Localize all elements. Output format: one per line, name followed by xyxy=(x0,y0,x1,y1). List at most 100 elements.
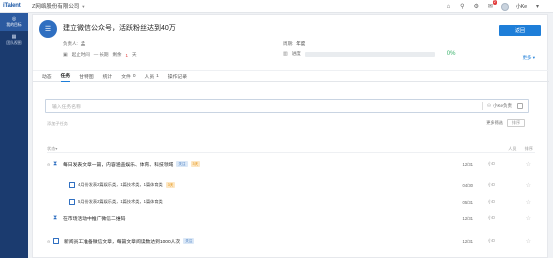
task-title[interactable]: 4月份发表2篇娱乐类，1篇技术类，1篇体育类 xyxy=(78,182,163,188)
goal-detail-panel: ☰ 建立微信公众号，活跃粉丝达到40万 返回 负责人: 孟 周期: 年度 ▣ 起止时… xyxy=(32,14,549,258)
star-icon[interactable]: ☆ xyxy=(526,161,531,168)
task-user: 小D xyxy=(487,238,495,243)
notification-badge: 2 xyxy=(492,0,497,5)
progress-percent: 0% xyxy=(446,51,456,57)
task-title[interactable]: 在市场活动中推广微信二维码 xyxy=(63,215,125,222)
status-filter[interactable]: 状态 xyxy=(47,146,55,152)
star-icon[interactable]: ☆ xyxy=(526,182,531,189)
team-icon: ▦ xyxy=(11,34,17,40)
chevron-down-icon[interactable]: ▾ xyxy=(55,146,57,151)
date-field: ▣ 起止时间 — 长期 剩余 1 天 xyxy=(63,52,137,58)
tab-gantt[interactable]: 甘特图 xyxy=(79,70,93,82)
return-button[interactable]: 返回 xyxy=(499,25,541,36)
add-task-input[interactable]: 输入任务名称 ⚇ 小Ke负责 xyxy=(45,99,529,113)
cycle-field: 周期: 年度 xyxy=(283,41,305,47)
user-icon: ⚇ xyxy=(486,103,491,108)
star-icon[interactable]: ☆ xyxy=(526,199,531,206)
owner-value[interactable]: 孟 xyxy=(81,41,86,46)
username[interactable]: 小Ke xyxy=(516,3,527,10)
calendar-icon: ▣ xyxy=(63,52,68,58)
divider xyxy=(482,102,483,110)
sort-button[interactable]: 排序 xyxy=(507,119,525,127)
sidebar-item-label: 我的目标 xyxy=(6,23,22,27)
settings-icon[interactable]: ⚙ xyxy=(473,3,480,10)
goal-title[interactable]: 建立微信公众号，活跃粉丝达到40万 xyxy=(63,23,176,33)
more-button[interactable]: 更多 ▾ xyxy=(522,55,535,61)
sidebar-item-my-goals[interactable]: ◎ 我的目标 xyxy=(0,13,28,31)
company-name: Z网络股份有限公司 xyxy=(32,4,80,10)
search-icon[interactable]: ⚲ xyxy=(459,3,466,10)
goal-header: ☰ 建立微信公众号，活跃粉丝达到40万 返回 负责人: 孟 周期: 年度 ▣ 起止时… xyxy=(33,15,549,69)
progress-icon: ▥ xyxy=(283,51,288,57)
remaining-value: 1 xyxy=(125,52,129,58)
task-checkbox[interactable] xyxy=(69,199,75,205)
task-user: 小D xyxy=(487,182,495,187)
progress-label: 进度 xyxy=(291,51,301,56)
hourglass-icon: ⧗ xyxy=(53,214,58,221)
sidebar-item-team-view[interactable]: ▦ 团队视图 xyxy=(0,31,28,49)
task-checkbox[interactable] xyxy=(53,238,59,244)
tab-statistics[interactable]: 统计 xyxy=(103,70,113,82)
sidebar-item-label: 团队视图 xyxy=(6,41,22,45)
task-user: 小D xyxy=(487,161,495,166)
star-icon[interactable]: ☆ xyxy=(526,238,531,245)
person-filter[interactable]: 人员 xyxy=(508,146,516,152)
tag-days: 3天 xyxy=(190,161,201,167)
subtask-row[interactable]: 4月份发表2篇娱乐类，1篇技术类，1篇体育类 3天 04/30 小D ☆ xyxy=(69,179,535,191)
home-icon[interactable]: ⌂ xyxy=(445,3,452,10)
cycle-value[interactable]: 年度 xyxy=(296,41,305,46)
avatar[interactable] xyxy=(500,2,509,11)
sidebar: ◎ 我的目标 ▦ 团队视图 xyxy=(0,13,28,258)
top-bar: iTalent Z网络股份有限公司 ▼ ⌂ ⚲ ⚙ ✉ 2 小Ke ▾ xyxy=(0,0,553,13)
task-title[interactable]: 5月份发表2篇娱乐类，1篇技术类，1篇体育类 xyxy=(78,199,163,205)
confirm-checkbox[interactable] xyxy=(517,103,523,109)
tab-members[interactable]: 人员 1 xyxy=(145,70,159,82)
subtask-row[interactable]: 5月份发表2篇娱乐类，1篇技术类，1篇体育类 05/31 小D ☆ xyxy=(69,196,535,208)
star-icon[interactable]: ☆ xyxy=(526,215,531,222)
tag-follow: 关注 xyxy=(183,238,195,244)
task-user: 小D xyxy=(487,215,495,220)
tab-operation-log[interactable]: 操作记录 xyxy=(168,70,187,82)
task-row[interactable]: ⊖ ⧗ 每日发表文章一篇，内容涵盖娱乐、体育、科技领域 关注 3天 12/31 … xyxy=(47,158,535,170)
tab-activity[interactable]: 动态 xyxy=(42,70,52,82)
notification-icon[interactable]: ✉ 2 xyxy=(487,0,497,10)
chevron-down-icon[interactable]: ▾ xyxy=(534,3,541,10)
filter-group: 更多筛选 排序 xyxy=(486,119,525,127)
task-list-header: 状态 ▾ 人员 排序 xyxy=(47,145,535,153)
task-date: 12/31 xyxy=(462,215,473,221)
owner-label: 负责人: xyxy=(63,41,78,46)
task-user: 小D xyxy=(487,199,495,204)
hourglass-icon: ⧗ xyxy=(53,160,58,167)
task-date: 04/30 xyxy=(462,182,473,188)
task-title[interactable]: 每日发表文章一篇，内容涵盖娱乐、体育、科技领域 xyxy=(63,161,173,168)
progress-bar xyxy=(304,51,435,57)
tag-days: 3天 xyxy=(165,182,176,188)
target-icon: ◎ xyxy=(11,16,17,22)
app-logo: iTalent xyxy=(3,3,21,9)
chevron-down-icon: ▼ xyxy=(81,3,86,9)
date-label[interactable]: 起止时间 xyxy=(72,52,90,58)
task-row[interactable]: ⧗ 在市场活动中推广微信二维码 12/31 小D ☆ xyxy=(47,212,535,224)
tab-bar: 动态 任务 甘特图 统计 文件 0 人员 1 操作记录 xyxy=(33,70,549,82)
goal-icon: ☰ xyxy=(39,20,57,38)
task-title[interactable]: 新阅员工准备微信文章，每篇文章阅读数达到1000人次 xyxy=(64,238,180,245)
assignee-selector[interactable]: ⚇ 小Ke负责 xyxy=(487,103,512,109)
task-checkbox[interactable] xyxy=(69,182,75,188)
date-range[interactable]: — 长期 xyxy=(94,52,109,58)
add-task-placeholder[interactable]: 输入任务名称 xyxy=(52,103,482,110)
add-subtask-link[interactable]: 添加子任务 xyxy=(47,121,68,127)
remaining-label: 剩余 xyxy=(112,52,122,57)
task-row[interactable]: ⊖ 新阅员工准备微信文章，每篇文章阅读数达到1000人次 关注 12/31 小D… xyxy=(47,235,535,247)
more-filters-link[interactable]: 更多筛选 xyxy=(486,120,503,126)
tab-tasks[interactable]: 任务 xyxy=(60,70,71,82)
company-switcher[interactable]: Z网络股份有限公司 ▼ xyxy=(32,2,86,11)
tag-follow: 关注 xyxy=(176,161,188,167)
owner-field: 负责人: 孟 xyxy=(63,41,85,47)
task-date: 12/31 xyxy=(462,161,473,167)
task-date: 12/31 xyxy=(462,238,473,244)
tab-files[interactable]: 文件 0 xyxy=(121,70,135,82)
remaining-unit: 天 xyxy=(132,52,137,57)
sort-filter[interactable]: 排序 xyxy=(525,146,533,152)
task-date: 05/31 xyxy=(462,199,473,205)
cycle-label: 周期: xyxy=(283,41,294,46)
